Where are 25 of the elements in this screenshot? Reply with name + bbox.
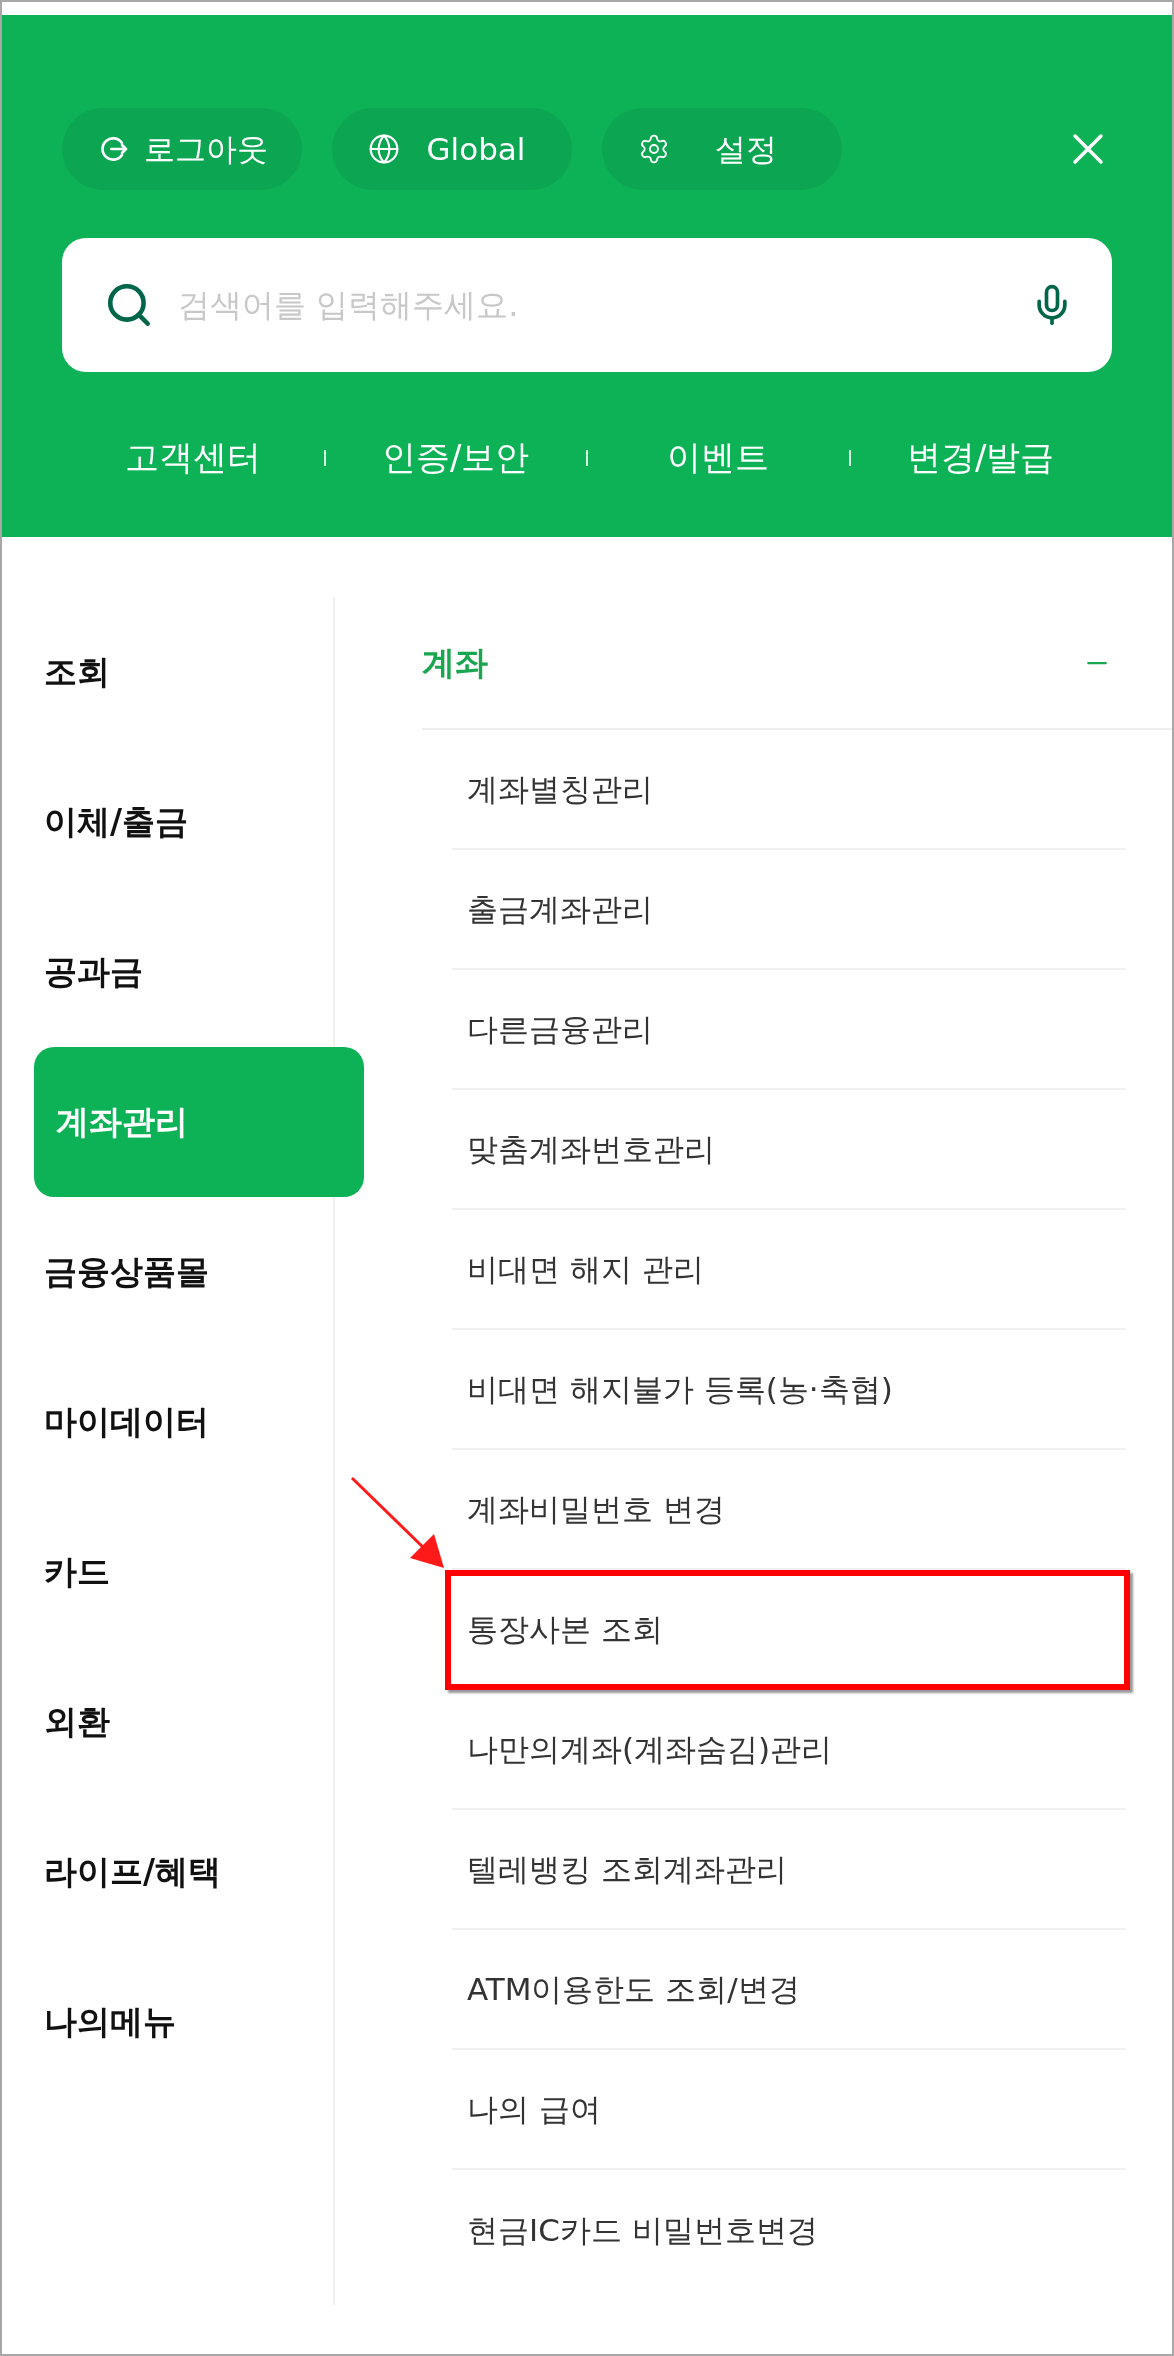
menu-link[interactable]: 비대면 해지불가 등록(농·축협) bbox=[452, 1365, 893, 1413]
sidebar-item[interactable]: 이체/출금 bbox=[34, 747, 324, 897]
sidebar-item[interactable]: 카드 bbox=[34, 1497, 324, 1647]
menu-link[interactable]: 계좌별칭관리 bbox=[452, 765, 653, 813]
menu-link[interactable]: 나만의계좌(계좌숨김)관리 bbox=[452, 1725, 833, 1773]
sidebar-item[interactable]: 금융상품몰 bbox=[34, 1197, 324, 1347]
menu-link[interactable]: 통장사본 조회 bbox=[452, 1605, 663, 1653]
menu-link[interactable]: ATM이용한도 조회/변경 bbox=[452, 1965, 800, 2013]
sidebar-item[interactable]: 외환 bbox=[34, 1647, 324, 1797]
sidebar-item[interactable]: 라이프/혜택 bbox=[34, 1797, 324, 1947]
sidebar-item[interactable]: 조회 bbox=[34, 597, 324, 747]
gear-icon bbox=[638, 133, 670, 165]
menu-link[interactable]: 나의 급여 bbox=[452, 2085, 601, 2133]
sidebar-item[interactable]: 마이데이터 bbox=[34, 1347, 324, 1497]
menu-link[interactable]: 맞춤계좌번호관리 bbox=[452, 1125, 715, 1173]
section-title: 계좌 bbox=[422, 641, 488, 684]
menu-link[interactable]: 다른금융관리 bbox=[452, 1005, 653, 1053]
menu-link[interactable]: 출금계좌관리 bbox=[452, 885, 653, 933]
menu-link[interactable]: 텔레뱅킹 조회계좌관리 bbox=[452, 1845, 787, 1893]
menu-link[interactable]: 비대면 해지 관리 bbox=[452, 1245, 704, 1293]
sidebar-item[interactable]: 나의메뉴 bbox=[34, 1947, 324, 2097]
menu-link[interactable]: 계좌비밀번호 변경 bbox=[452, 1485, 725, 1533]
sidebar-item[interactable]: 공과금 bbox=[34, 897, 324, 1047]
globe-icon bbox=[368, 133, 400, 165]
menu-link[interactable]: 현금IC카드 비밀번호변경 bbox=[452, 2206, 818, 2254]
